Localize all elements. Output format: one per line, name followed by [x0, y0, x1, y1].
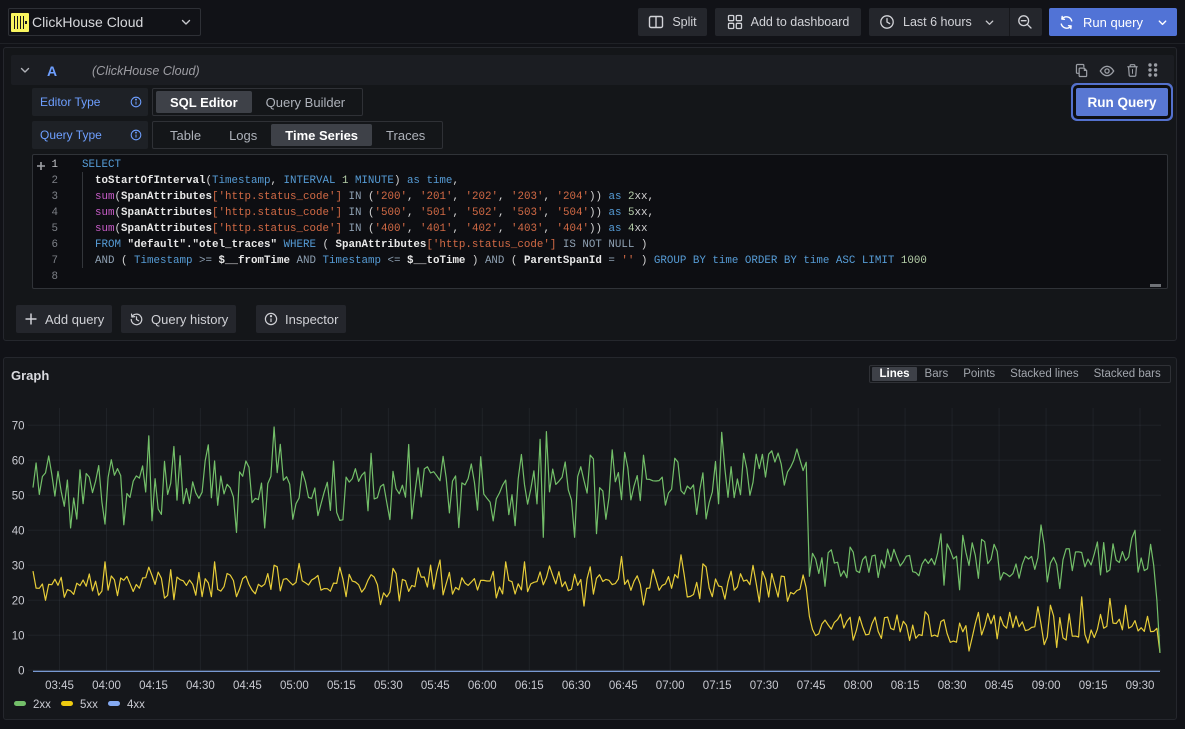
svg-text:06:30: 06:30 [562, 680, 591, 692]
svg-text:70: 70 [12, 420, 25, 432]
svg-text:06:45: 06:45 [609, 680, 638, 692]
svg-text:07:45: 07:45 [797, 680, 826, 692]
svg-text:08:00: 08:00 [844, 680, 873, 692]
svg-text:05:30: 05:30 [374, 680, 403, 692]
svg-text:5xx: 5xx [80, 699, 98, 711]
svg-text:06:00: 06:00 [468, 680, 497, 692]
svg-text:0: 0 [18, 665, 24, 677]
svg-text:10: 10 [12, 630, 25, 642]
svg-text:09:00: 09:00 [1032, 680, 1061, 692]
svg-text:50: 50 [12, 490, 25, 502]
svg-text:40: 40 [12, 525, 25, 537]
svg-text:04:00: 04:00 [92, 680, 121, 692]
svg-text:09:30: 09:30 [1126, 680, 1155, 692]
svg-text:04:45: 04:45 [233, 680, 262, 692]
svg-text:07:00: 07:00 [656, 680, 685, 692]
svg-text:30: 30 [12, 560, 25, 572]
svg-text:05:00: 05:00 [280, 680, 309, 692]
svg-text:07:30: 07:30 [750, 680, 779, 692]
svg-text:08:30: 08:30 [938, 680, 967, 692]
svg-text:20: 20 [12, 595, 25, 607]
svg-text:4xx: 4xx [127, 699, 145, 711]
svg-text:09:15: 09:15 [1079, 680, 1108, 692]
svg-text:05:45: 05:45 [421, 680, 450, 692]
svg-text:03:45: 03:45 [45, 680, 74, 692]
svg-text:04:15: 04:15 [139, 680, 168, 692]
svg-text:2xx: 2xx [33, 699, 51, 711]
svg-text:07:15: 07:15 [703, 680, 732, 692]
svg-text:08:45: 08:45 [985, 680, 1014, 692]
svg-text:08:15: 08:15 [891, 680, 920, 692]
svg-text:04:30: 04:30 [186, 680, 215, 692]
svg-text:05:15: 05:15 [327, 680, 356, 692]
svg-text:06:15: 06:15 [515, 680, 544, 692]
svg-text:60: 60 [12, 455, 25, 467]
